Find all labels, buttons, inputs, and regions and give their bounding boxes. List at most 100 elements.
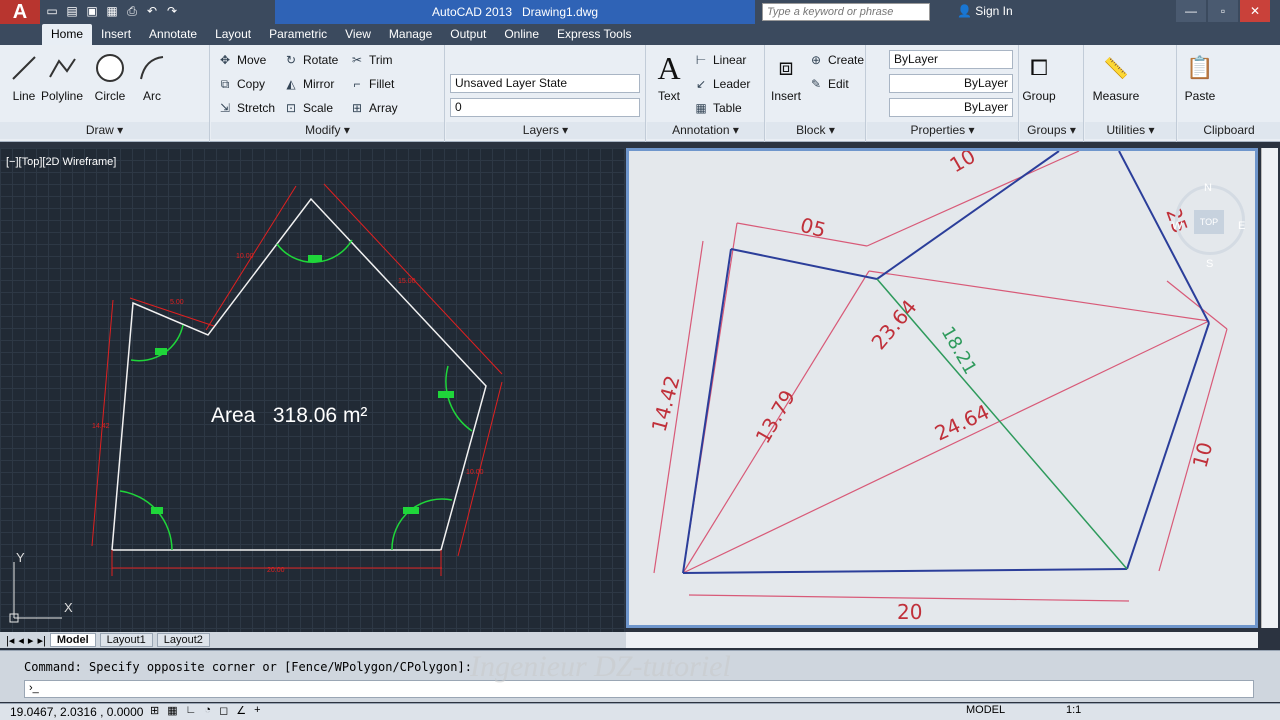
new-icon[interactable]: ▭ (44, 2, 60, 20)
leader-icon: ↙ (695, 77, 707, 91)
insert-block-button[interactable]: ⧈ Insert (766, 51, 806, 103)
undo-icon[interactable]: ↶ (144, 2, 160, 20)
groups-panel: ⧠ Group Groups ▾ (1020, 45, 1084, 142)
dim-14-42: 14.42 (92, 423, 110, 430)
tab-online[interactable]: Online (495, 24, 548, 45)
fillet-button[interactable]: ⌐ Fillet (349, 74, 394, 94)
open-icon[interactable]: ▤ (64, 2, 80, 20)
copy-icon: ⧉ (220, 76, 230, 91)
layers-panel: Unsaved Layer State 0 Layers ▾ (446, 45, 646, 142)
annotation-panel: A Text ⊢ Linear ↙ Leader ▦ Table Annotation … (647, 45, 765, 142)
tab-annotate[interactable]: Annotate (140, 24, 206, 45)
draw-panel-title[interactable]: Draw ▾ (0, 122, 209, 139)
tab-model[interactable]: Model (49, 633, 96, 647)
plot-icon[interactable]: ⎙ (124, 2, 140, 20)
tab-express-tools[interactable]: Express Tools (548, 24, 640, 45)
otrack-toggle-icon[interactable]: ∠ (236, 704, 246, 717)
rotate-button[interactable]: ↻ Rotate (283, 50, 338, 70)
viewcube-top-face[interactable]: TOP (1194, 210, 1224, 234)
polar-toggle-icon[interactable]: ◔ (204, 704, 211, 717)
stretch-button[interactable]: ⇲ Stretch (217, 98, 275, 118)
trim-button[interactable]: ✂ Trim (349, 50, 393, 70)
snap-toggle-icon[interactable]: ⊞ (150, 704, 159, 717)
maximize-button[interactable]: ▫ (1208, 0, 1238, 22)
osnap-toggle-icon[interactable]: ◻ (219, 704, 228, 717)
ribbon: Line Polyline Circle Arc Draw ▾ ✥ Move ↻ R… (0, 45, 1280, 142)
copy-button[interactable]: ⧉ Copy (217, 74, 265, 94)
tab-layout[interactable]: Layout (206, 24, 260, 45)
vertical-scrollbar[interactable] (1261, 148, 1278, 628)
annotation-scale[interactable]: 1:1 (1066, 704, 1081, 716)
text-button[interactable]: A Text (647, 49, 691, 104)
first-layout-icon[interactable]: |◂ (6, 634, 14, 647)
viewcube-east: E (1238, 220, 1246, 232)
search-input[interactable]: Type a keyword or phrase (762, 3, 930, 21)
block-panel: ⧈ Insert ⊕ Create ✎ Edit Block ▾ (766, 45, 866, 142)
table-button[interactable]: ▦ Table (693, 98, 741, 118)
annotation-panel-title[interactable]: Annotation ▾ (647, 122, 764, 139)
viewcube-north: N (1204, 182, 1212, 194)
color-dropdown[interactable]: ByLayer (889, 50, 1013, 69)
dynamic-input-icon[interactable]: + (254, 704, 260, 717)
linetype-dropdown[interactable]: ByLayer (889, 74, 1013, 93)
groups-panel-title[interactable]: Groups ▾ (1020, 122, 1083, 139)
polyline-button[interactable]: Polyline (38, 51, 86, 103)
tab-manage[interactable]: Manage (380, 24, 441, 45)
prev-layout-icon[interactable]: ◂ (18, 634, 24, 647)
quick-access-toolbar: ▭ ▤ ▣ ▦ ⎙ ↶ ↷ (44, 2, 180, 20)
dim-15: 15.00 (398, 278, 416, 285)
tab-view[interactable]: View (336, 24, 380, 45)
layers-panel-title[interactable]: Layers ▾ (446, 122, 645, 139)
properties-panel-title[interactable]: Properties ▾ (867, 122, 1018, 139)
horizontal-scrollbar[interactable] (626, 632, 1258, 648)
text-icon: A (657, 49, 681, 86)
create-block-button[interactable]: ⊕ Create (808, 50, 864, 70)
circle-button[interactable]: Circle (86, 51, 134, 103)
saveas-icon[interactable]: ▦ (104, 2, 120, 20)
mirror-button[interactable]: ◭ Mirror (283, 74, 334, 94)
tab-parametric[interactable]: Parametric (260, 24, 336, 45)
lineweight-dropdown[interactable]: ByLayer (889, 98, 1013, 117)
measure-button[interactable]: 📏 Measure (1091, 51, 1141, 104)
move-button[interactable]: ✥ Move (217, 50, 266, 70)
sign-in-link[interactable]: 👤 Sign In (957, 4, 1013, 18)
last-layout-icon[interactable]: ▸| (37, 634, 45, 647)
tab-layout2[interactable]: Layout2 (156, 633, 210, 647)
arc-button[interactable]: Arc (128, 51, 176, 103)
modify-panel-title[interactable]: Modify ▾ (211, 122, 444, 139)
circle-icon (96, 54, 124, 82)
viewcube[interactable]: TOP N W E S (1170, 180, 1250, 270)
current-layer-dropdown[interactable]: 0 (450, 98, 640, 117)
tab-output[interactable]: Output (441, 24, 495, 45)
area-annotation: Area 318.06 m² (211, 404, 368, 427)
tab-insert[interactable]: Insert (92, 24, 140, 45)
group-icon: ⧠ (1030, 55, 1048, 80)
ortho-toggle-icon[interactable]: ∟ (186, 704, 197, 717)
redo-icon[interactable]: ↷ (164, 2, 180, 20)
group-button[interactable]: ⧠ Group (1020, 51, 1058, 103)
save-icon[interactable]: ▣ (84, 2, 100, 20)
edit-block-icon: ✎ (810, 77, 822, 91)
close-button[interactable]: ✕ (1240, 0, 1270, 22)
application-menu-button[interactable]: A (0, 0, 40, 24)
model-space-button[interactable]: MODEL (966, 704, 1005, 716)
layer-state-dropdown[interactable]: Unsaved Layer State (450, 74, 640, 93)
dim-10: 10.00 (236, 253, 254, 260)
array-button[interactable]: ⊞ Array (349, 98, 398, 118)
grid-toggle-icon[interactable]: ▦ (167, 704, 177, 717)
paste-button[interactable]: 📋 Paste (1178, 51, 1222, 103)
leader-button[interactable]: ↙ Leader (693, 74, 750, 94)
utilities-panel: 📏 Measure Utilities ▾ (1085, 45, 1177, 142)
tab-layout1[interactable]: Layout1 (99, 633, 153, 647)
block-panel-title[interactable]: Block ▾ (766, 122, 865, 139)
scale-button[interactable]: ⊡ Scale (283, 98, 333, 118)
edit-block-button[interactable]: ✎ Edit (808, 74, 849, 94)
linear-dimension-icon: ⊢ (695, 53, 707, 67)
coordinate-readout[interactable]: 19.0467, 2.0316 , 0.0000 (10, 705, 143, 719)
next-layout-icon[interactable]: ▸ (28, 634, 34, 647)
linear-button[interactable]: ⊢ Linear (693, 50, 747, 70)
tab-home[interactable]: Home (42, 24, 93, 45)
minimize-button[interactable]: — (1176, 0, 1206, 22)
utilities-panel-title[interactable]: Utilities ▾ (1085, 122, 1176, 139)
viewcube-south: S (1206, 258, 1214, 270)
